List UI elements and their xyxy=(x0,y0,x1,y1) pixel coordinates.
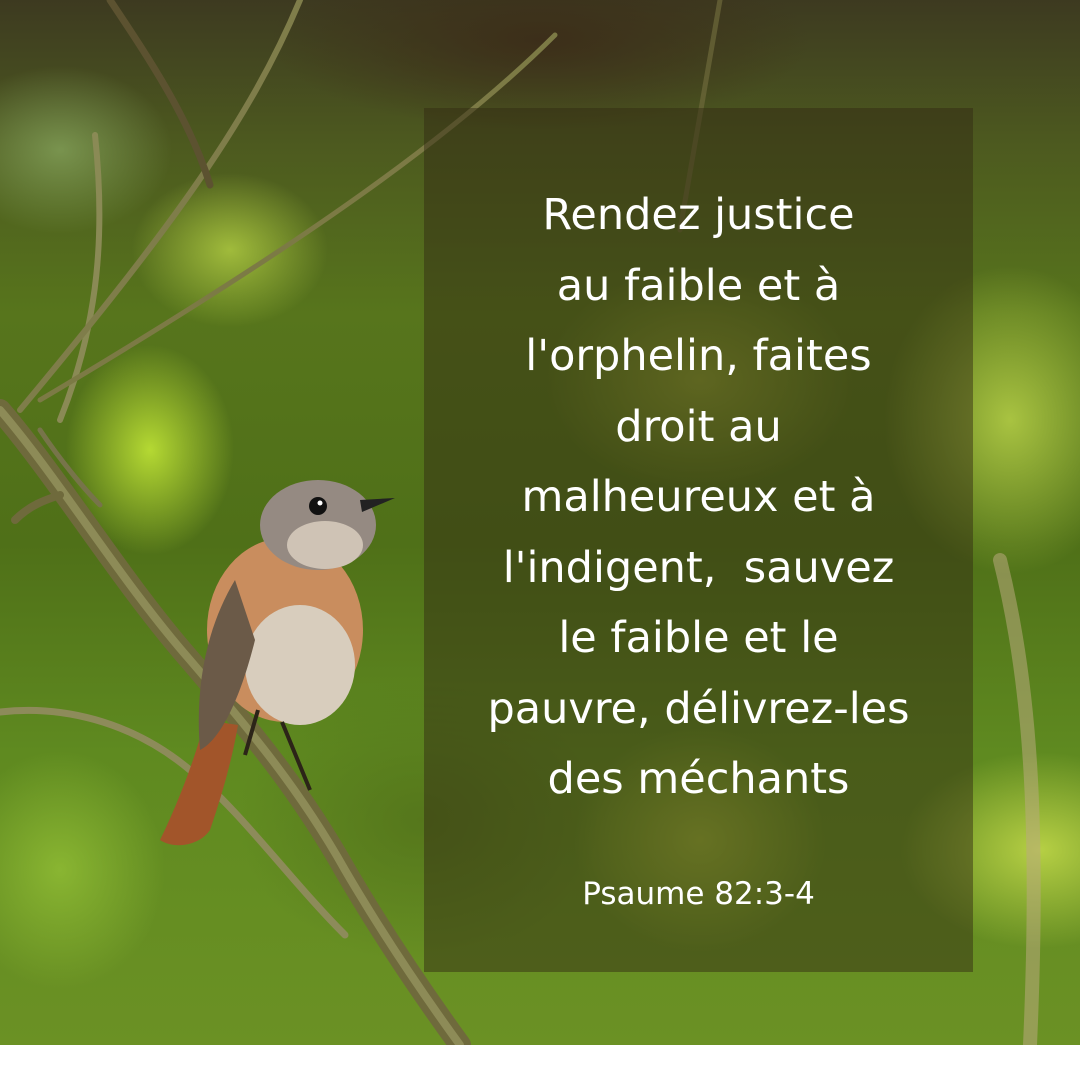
verse-line: Rendez justice xyxy=(542,190,855,240)
verse-line: le faible et le xyxy=(558,613,839,663)
verse-line: des méchants xyxy=(547,754,850,804)
verse-text: Rendez justice au faible et à l'orphelin… xyxy=(424,180,973,815)
verse-line: l'orphelin, faites xyxy=(525,331,872,381)
verse-line: malheureux et à xyxy=(521,472,876,522)
verse-line: pauvre, délivrez-les xyxy=(487,683,910,734)
verse-line: l'indigent, sauvez xyxy=(502,542,895,593)
verse-line: au faible et à xyxy=(556,260,841,311)
verse-reference: Psaume 82:3-4 xyxy=(582,876,815,912)
verse-line: droit au xyxy=(615,401,782,452)
verse-image: Rendez justice au faible et à l'orphelin… xyxy=(0,0,1080,1080)
